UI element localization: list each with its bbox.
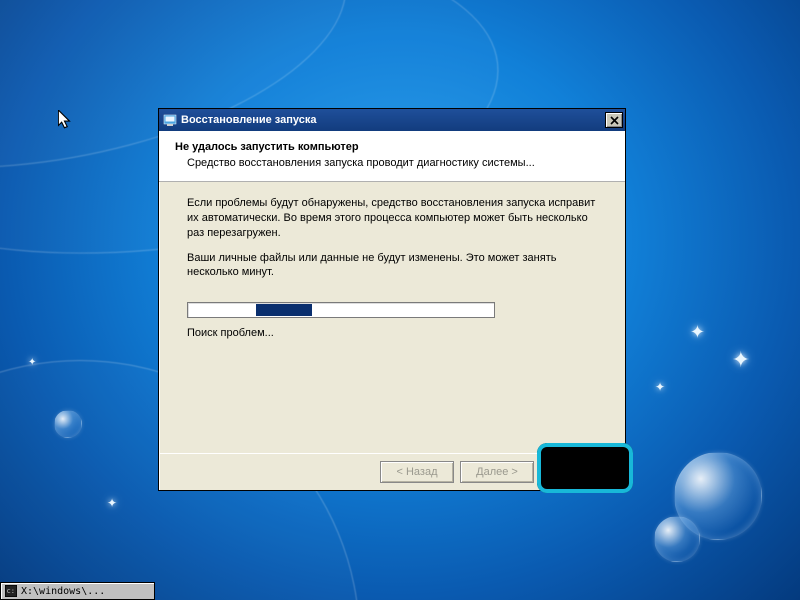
sparkle-icon: ✦ — [732, 347, 750, 373]
header-title: Не удалось запустить компьютер — [175, 141, 609, 153]
cancel-button[interactable]: Отмена — [540, 461, 614, 483]
dialog-title: Восстановление запуска — [181, 114, 605, 126]
decoration-orb — [674, 452, 762, 540]
cmd-icon: c: — [5, 585, 17, 597]
decoration-orb — [654, 516, 700, 562]
cursor-icon — [58, 110, 72, 130]
back-button[interactable]: < Назад — [380, 461, 454, 483]
body-paragraph: Если проблемы будут обнаружены, средство… — [187, 196, 597, 241]
dialog-button-bar: < Назад Далее > Отмена — [160, 453, 624, 489]
progress-indicator — [256, 304, 312, 316]
system-icon — [163, 113, 177, 127]
desktop-background: ✦ ✦ ✦ ✦ ✦ Восстановление запуска Не удал… — [0, 0, 800, 600]
sparkle-icon: ✦ — [690, 322, 705, 343]
taskbar-text: X:\windows\... — [21, 586, 105, 597]
header-subtitle: Средство восстановления запуска проводит… — [187, 157, 609, 169]
progress-label: Поиск проблем... — [187, 326, 597, 341]
sparkle-icon: ✦ — [655, 380, 665, 394]
startup-repair-dialog: Восстановление запуска Не удалось запуст… — [158, 108, 626, 491]
dialog-titlebar[interactable]: Восстановление запуска — [159, 109, 625, 131]
dialog-body: Если проблемы будут обнаружены, средство… — [159, 182, 625, 341]
next-button[interactable]: Далее > — [460, 461, 534, 483]
svg-text:c:: c: — [7, 587, 15, 595]
body-paragraph: Ваши личные файлы или данные не будут из… — [187, 251, 597, 281]
progress-bar — [187, 302, 495, 318]
taskbar-item[interactable]: c: X:\windows\... — [0, 582, 155, 600]
close-button[interactable] — [605, 112, 623, 128]
dialog-header: Не удалось запустить компьютер Средство … — [159, 131, 625, 182]
